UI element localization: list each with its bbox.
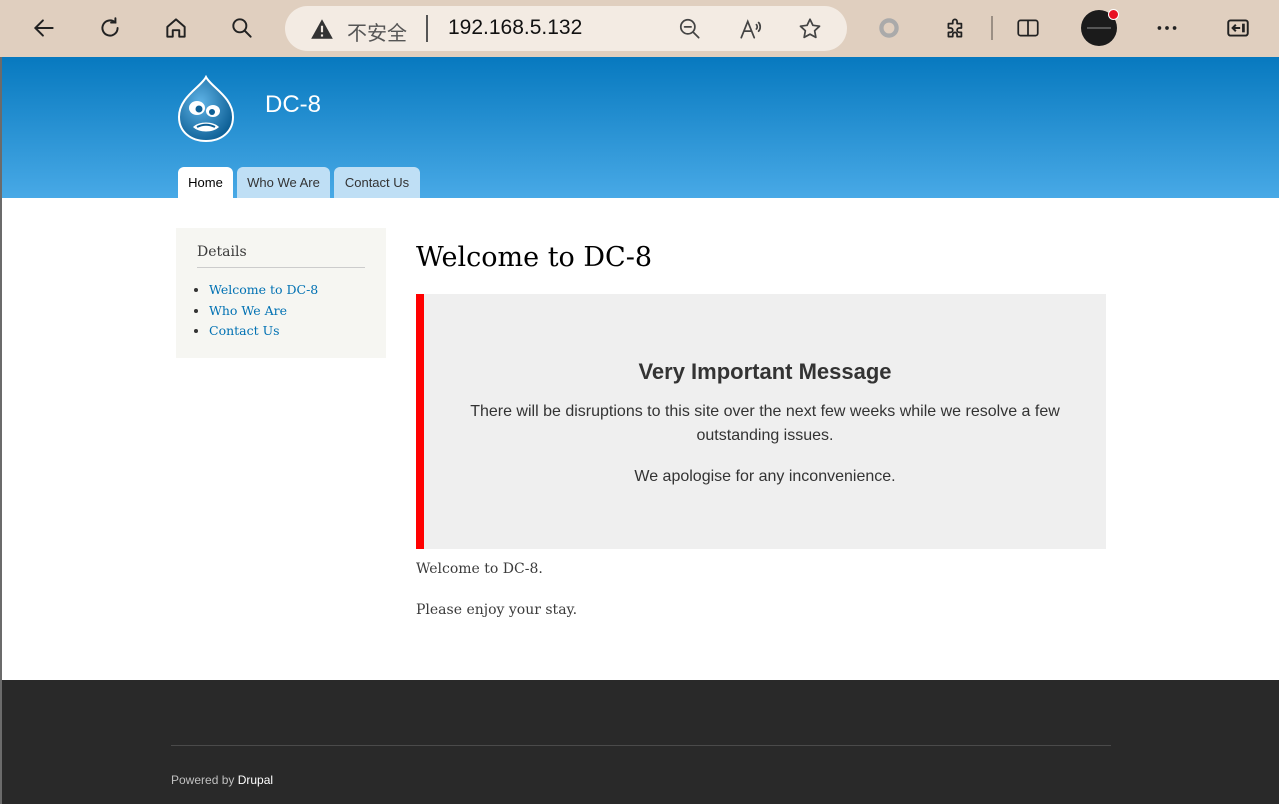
home-icon	[166, 18, 186, 38]
site-header: DC-8 Home Who We Are Contact Us	[2, 57, 1279, 198]
block-title: Details	[197, 244, 247, 260]
more-dots-icon	[1157, 26, 1177, 30]
extension-circle-button[interactable]	[869, 8, 909, 48]
block-divider	[197, 267, 365, 268]
sidebar-link-who-we-are[interactable]: Who We Are	[209, 301, 318, 322]
sidebar-link-contact-us[interactable]: Contact Us	[209, 321, 318, 342]
circle-icon	[879, 18, 899, 38]
address-bar[interactable]: 不安全 192.168.5.132	[285, 6, 847, 51]
sidebar-toggle-button[interactable]	[1218, 8, 1258, 48]
tab-who-we-are[interactable]: Who We Are	[237, 167, 330, 198]
search-button[interactable]	[222, 8, 262, 48]
footer-divider	[171, 745, 1111, 746]
star-icon[interactable]	[797, 16, 823, 42]
puzzle-icon	[947, 18, 963, 38]
profile-avatar[interactable]	[1081, 9, 1119, 46]
split-screen-icon	[1017, 19, 1039, 37]
exit-panel-icon	[1227, 19, 1249, 37]
powered-by-label: Powered by	[171, 773, 235, 787]
page-title: Welcome to DC-8	[416, 242, 652, 273]
tab-contact-us[interactable]: Contact Us	[334, 167, 420, 198]
message-heading: Very Important Message	[638, 359, 892, 384]
search-icon	[232, 18, 252, 38]
toolbar-separator	[991, 16, 993, 40]
drupal-link[interactable]: Drupal	[238, 773, 273, 787]
message-apology: We apologise for any inconvenience.	[634, 468, 896, 485]
extensions-button[interactable]	[936, 8, 976, 48]
sidebar-link-welcome[interactable]: Welcome to DC-8	[209, 280, 318, 301]
powered-by: Powered by Drupal	[171, 773, 273, 787]
warning-icon[interactable]	[309, 16, 335, 42]
read-aloud-icon[interactable]	[738, 16, 764, 42]
security-label[interactable]: 不安全	[347, 17, 407, 46]
notification-dot	[1108, 9, 1119, 20]
home-button[interactable]	[156, 8, 196, 48]
important-message-box: Very Important Message There will be dis…	[416, 294, 1106, 549]
site-name[interactable]: DC-8	[265, 91, 321, 119]
tab-home[interactable]: Home	[178, 167, 233, 198]
drupal-logo-icon[interactable]	[175, 75, 237, 143]
url-text[interactable]: 192.168.5.132	[448, 16, 582, 40]
details-list: Welcome to DC-8 Who We Are Contact Us	[209, 280, 318, 342]
arrow-left-icon	[33, 19, 54, 37]
browser-toolbar: 不安全 192.168.5.132	[0, 0, 1279, 57]
details-block: Details Welcome to DC-8 Who We Are Conta…	[176, 228, 386, 358]
split-screen-button[interactable]	[1008, 8, 1048, 48]
back-button[interactable]	[24, 8, 64, 48]
refresh-button[interactable]	[90, 8, 130, 48]
address-separator	[426, 15, 428, 42]
body-paragraph: Welcome to DC-8.	[416, 561, 543, 577]
body-paragraph: Please enjoy your stay.	[416, 602, 578, 618]
zoom-out-icon[interactable]	[677, 16, 703, 42]
avatar-graphic	[1087, 27, 1111, 29]
message-text: There will be disruptions to this site o…	[470, 403, 1060, 444]
site-footer: Powered by Drupal	[2, 680, 1279, 804]
refresh-icon	[101, 17, 119, 37]
more-button[interactable]	[1147, 8, 1187, 48]
